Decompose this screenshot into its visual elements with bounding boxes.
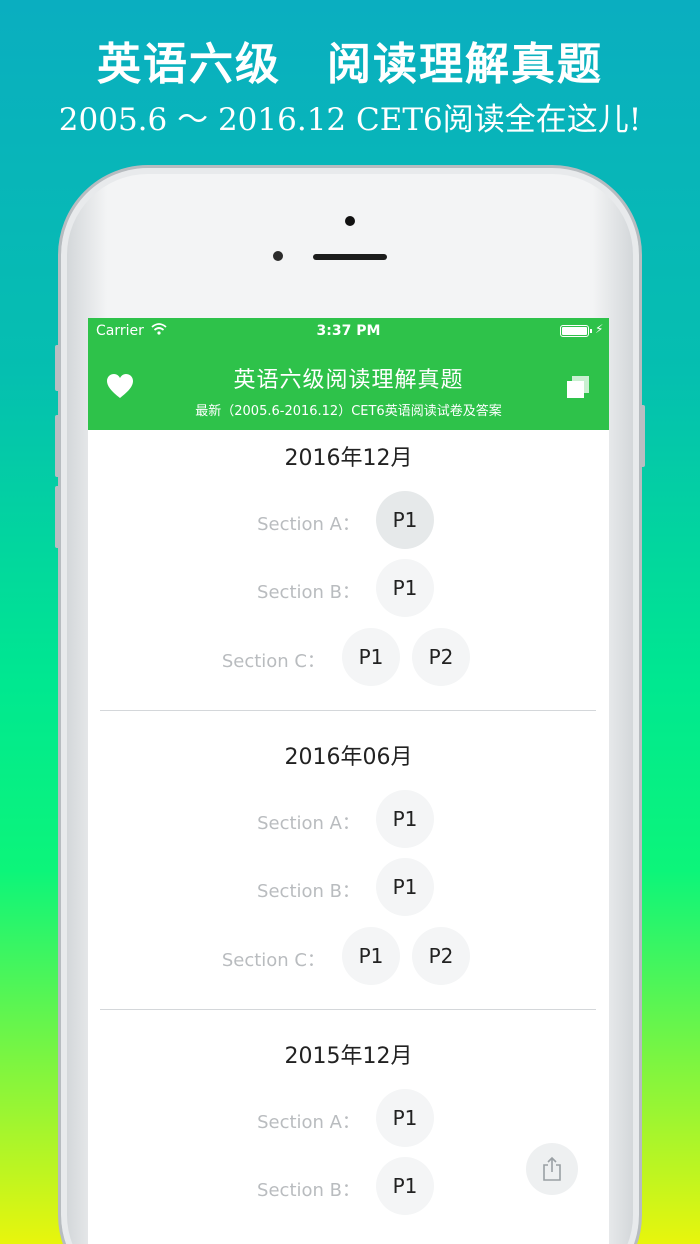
exam-list: 2016年12月 Section A： P1 Section B： P1 Sec… bbox=[88, 430, 609, 1244]
section-label: Section B： bbox=[257, 881, 360, 902]
power-button bbox=[640, 405, 645, 467]
mute-switch bbox=[55, 345, 60, 391]
part-button[interactable]: P1 bbox=[342, 628, 400, 686]
earpiece-speaker bbox=[313, 254, 387, 260]
section-label: Section C： bbox=[221, 950, 325, 971]
section-label: Section C： bbox=[221, 651, 325, 672]
nav-title: 英语六级阅读理解真题 bbox=[233, 368, 464, 393]
volume-down-button bbox=[55, 486, 60, 548]
section-label: Section B： bbox=[257, 582, 360, 603]
part-button[interactable]: P1 bbox=[342, 927, 400, 985]
promo-subtitle: 2005.6 ～ 2016.12 CET6阅读全在这儿! bbox=[58, 102, 642, 138]
battery-tip bbox=[590, 329, 592, 333]
divider bbox=[100, 1009, 596, 1010]
copy-icon[interactable] bbox=[565, 374, 591, 400]
share-icon bbox=[543, 1156, 561, 1181]
navigation-bar: Carrier 3:37 PM ⚡ 英语六级阅读理解真题 最新（2005.6-2… bbox=[88, 318, 609, 430]
battery-icon bbox=[560, 325, 589, 337]
divider bbox=[100, 710, 596, 711]
charging-icon: ⚡ bbox=[595, 322, 604, 336]
part-button[interactable]: P1 bbox=[376, 1157, 434, 1215]
part-button[interactable]: P2 bbox=[412, 927, 470, 985]
section-label: Section B： bbox=[257, 1180, 360, 1201]
part-button[interactable]: P1 bbox=[376, 1089, 434, 1147]
promo-title: 英语六级 阅读理解真题 bbox=[97, 39, 603, 90]
section-label: Section A： bbox=[257, 514, 360, 535]
status-time: 3:37 PM bbox=[316, 323, 381, 339]
part-button[interactable]: P1 bbox=[376, 858, 434, 916]
exam-date: 2016年06月 bbox=[284, 745, 413, 770]
section-label: Section A： bbox=[257, 813, 360, 834]
part-button[interactable]: P2 bbox=[412, 628, 470, 686]
volume-up-button bbox=[55, 415, 60, 477]
part-button[interactable]: P1 bbox=[376, 491, 434, 549]
section-label: Section A： bbox=[257, 1112, 360, 1133]
app-screen: Carrier 3:37 PM ⚡ 英语六级阅读理解真题 最新（2005.6-2… bbox=[88, 318, 609, 1244]
status-bar: Carrier 3:37 PM ⚡ bbox=[88, 318, 609, 344]
front-camera bbox=[345, 216, 355, 226]
part-button[interactable]: P1 bbox=[376, 559, 434, 617]
share-button[interactable] bbox=[526, 1143, 578, 1195]
exam-date: 2016年12月 bbox=[284, 446, 413, 471]
part-button[interactable]: P1 bbox=[376, 790, 434, 848]
nav-subtitle: 最新（2005.6-2016.12）CET6英语阅读试卷及答案 bbox=[195, 404, 502, 419]
exam-date: 2015年12月 bbox=[284, 1044, 413, 1069]
proximity-sensor bbox=[273, 251, 283, 261]
